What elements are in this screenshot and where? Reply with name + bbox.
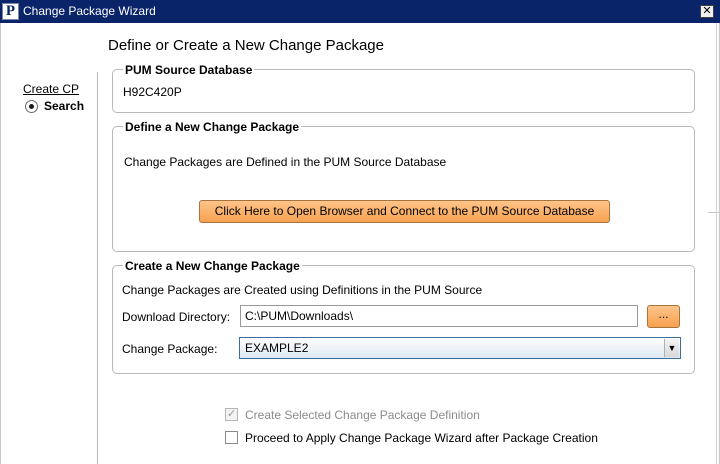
- browse-button[interactable]: ...: [647, 305, 680, 328]
- download-directory-input[interactable]: C:\PUM\Downloads\: [240, 305, 638, 327]
- create-definition-label: Create Selected Change Package Definitio…: [245, 407, 480, 422]
- page-title: Define or Create a New Change Package: [108, 37, 384, 54]
- create-package-group-title: Create a New Change Package: [123, 259, 302, 273]
- define-package-group-title: Define a New Change Package: [123, 120, 302, 134]
- download-directory-label: Download Directory:: [122, 310, 231, 324]
- create-definition-checkbox: ✓: [225, 408, 238, 421]
- close-button[interactable]: ✕: [700, 5, 714, 18]
- pum-source-group: PUM Source Database H92C420P: [112, 63, 695, 113]
- pum-source-value: H92C420P: [123, 85, 182, 99]
- proceed-label: Proceed to Apply Change Package Wizard a…: [245, 430, 598, 445]
- change-package-label: Change Package:: [122, 342, 218, 356]
- title-bar: P Change Package Wizard ✕: [0, 0, 720, 23]
- peoplesoft-p-icon: P: [2, 3, 19, 20]
- nav-search-option[interactable]: Search: [25, 98, 84, 114]
- close-icon: ✕: [702, 5, 712, 17]
- change-package-value: EXAMPLE2: [245, 341, 309, 355]
- change-package-select[interactable]: EXAMPLE2 ▼: [239, 337, 681, 359]
- define-package-description: Change Packages are Defined in the PUM S…: [124, 155, 447, 169]
- window-edge-tick: [708, 212, 720, 213]
- nav-create-cp[interactable]: Create CP: [23, 82, 79, 96]
- create-package-description: Change Packages are Created using Defini…: [122, 283, 483, 297]
- window-title: Change Package Wizard: [23, 4, 156, 18]
- proceed-option[interactable]: Proceed to Apply Change Package Wizard a…: [225, 430, 598, 445]
- open-browser-button[interactable]: Click Here to Open Browser and Connect t…: [199, 200, 610, 223]
- nav-search-label: Search: [44, 99, 85, 113]
- create-package-group: Create a New Change Package Change Packa…: [112, 259, 695, 374]
- pum-source-group-title: PUM Source Database: [123, 63, 255, 77]
- search-radio[interactable]: [25, 99, 38, 113]
- create-definition-option: ✓ Create Selected Change Package Definit…: [225, 407, 480, 422]
- proceed-checkbox[interactable]: [225, 431, 238, 444]
- window-right-edge: [716, 23, 717, 464]
- chevron-down-icon[interactable]: ▼: [664, 339, 679, 357]
- nav-divider: [97, 72, 98, 464]
- define-package-group: Define a New Change Package Change Packa…: [112, 120, 695, 252]
